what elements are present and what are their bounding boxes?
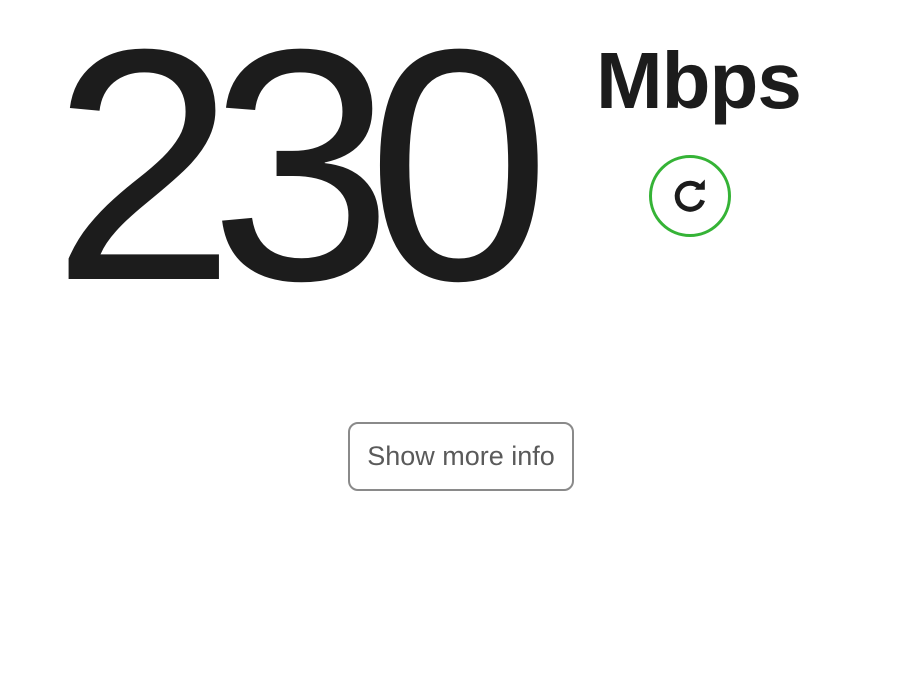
refresh-button[interactable] (649, 155, 731, 237)
speed-units: Mbps (596, 36, 802, 125)
speed-test-page: 230 Mbps Show more info (0, 0, 923, 700)
refresh-icon (674, 179, 705, 212)
show-more-info-button[interactable]: Show more info (348, 422, 574, 491)
speed-value: 230 (52, 0, 551, 349)
